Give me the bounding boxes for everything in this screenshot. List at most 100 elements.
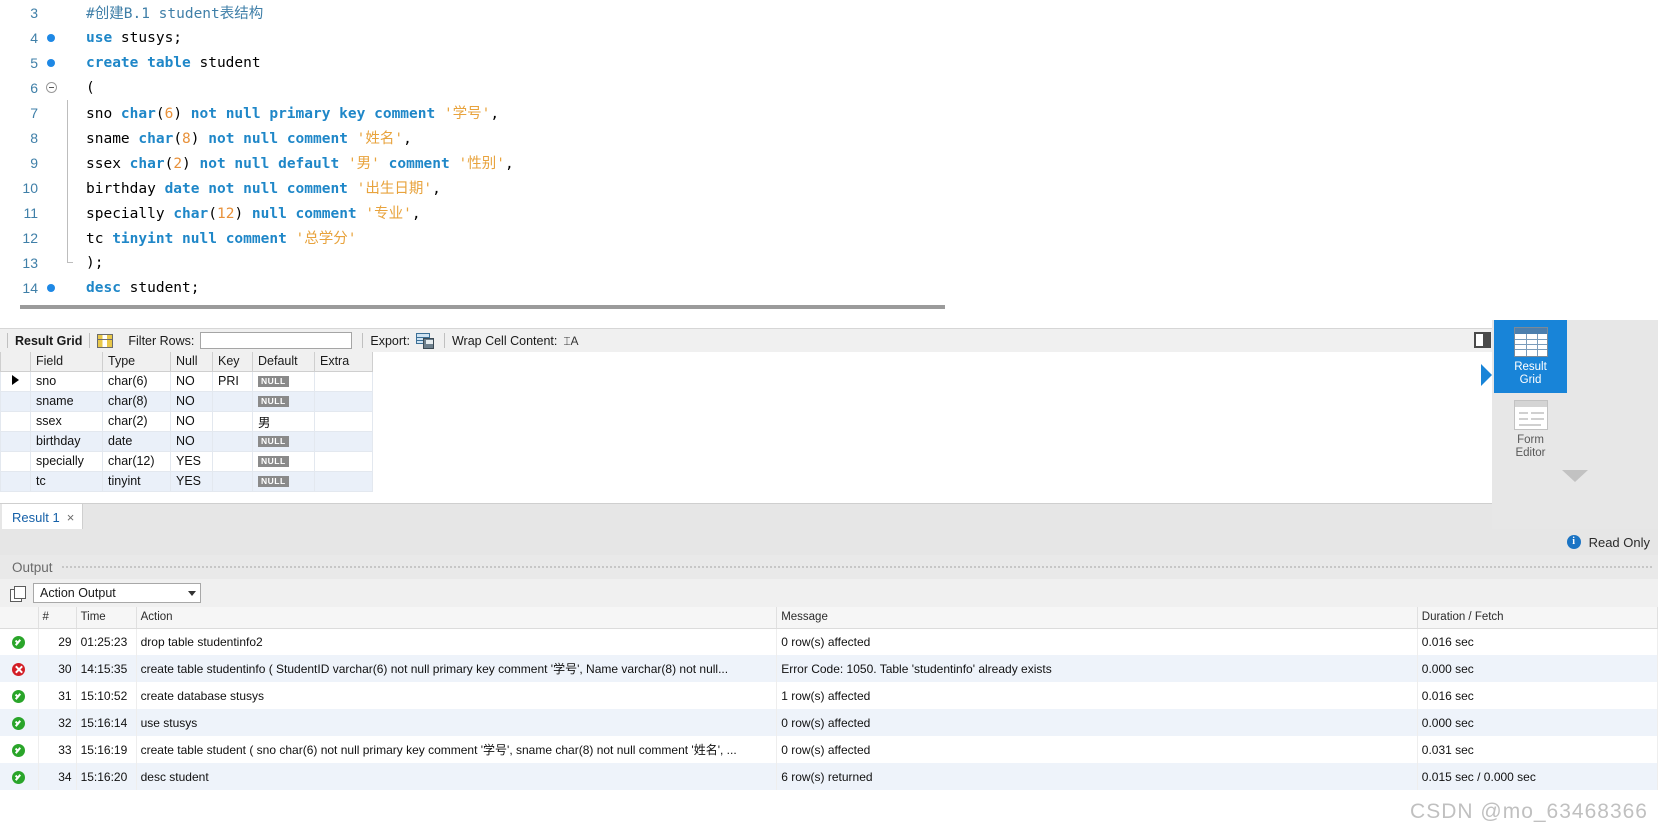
line-marker[interactable] [40,280,62,296]
table-row[interactable]: tc tinyint YES NULL [0,470,373,492]
table-row[interactable]: sname char(8) NO NULL [0,390,373,412]
action-output-panel[interactable]: # Time Action Message Duration / Fetch 2… [0,607,1658,826]
cell-extra[interactable] [314,410,373,432]
column-header-duration[interactable]: Duration / Fetch [1417,607,1658,629]
column-header-null[interactable]: Null [170,352,213,372]
cell-default[interactable]: NULL [252,470,315,492]
code-line[interactable]: 9 ssex char(2) not null default '男' comm… [0,150,1658,175]
column-header-extra[interactable]: Extra [314,352,373,372]
table-row[interactable]: birthday date NO NULL [0,430,373,452]
code-line[interactable]: 10 birthday date not null comment '出生日期'… [0,175,1658,200]
cell-null[interactable]: YES [170,450,213,472]
column-header-message[interactable]: Message [776,607,1418,629]
fold-guide [62,250,76,275]
column-header-number[interactable]: # [38,607,77,629]
cell-extra[interactable] [314,430,373,452]
code-line[interactable]: 8 sname char(8) not null comment '姓名', [0,125,1658,150]
cell-extra[interactable] [314,450,373,472]
table-row[interactable]: 30 14:15:35 create table studentinfo ( S… [0,655,1658,682]
sql-editor[interactable]: 3 #创建B.1 student表结构 4 use stusys; 5 crea… [0,0,1658,312]
row-selector[interactable] [0,410,31,432]
cell-type[interactable]: char(6) [102,370,171,392]
chevron-down-icon[interactable] [1562,470,1588,482]
line-marker[interactable] [40,55,62,71]
cell-type[interactable]: tinyint [102,470,171,492]
table-row[interactable]: 32 15:16:14 use stusys 0 row(s) affected… [0,709,1658,736]
cell-extra[interactable] [314,390,373,412]
cell-default[interactable]: NULL [252,450,315,472]
toggle-side-panel-icon[interactable] [1474,332,1491,348]
cell-key[interactable] [212,470,253,492]
output-view-select[interactable]: Action Output [33,583,201,603]
cell-type[interactable]: char(2) [102,410,171,432]
row-selector[interactable] [0,390,31,412]
table-row[interactable]: 29 01:25:23 drop table studentinfo2 0 ro… [0,628,1658,655]
cell-null[interactable]: NO [170,390,213,412]
wrap-cell-icon[interactable]: ⌶A [563,334,578,348]
row-selector[interactable] [0,370,31,392]
export-table-icon[interactable] [415,332,434,349]
cell-default[interactable]: NULL [252,430,315,452]
cell-null[interactable]: NO [170,430,213,452]
code-line[interactable]: 5 create table student [0,50,1658,75]
table-row[interactable]: ssex char(2) NO 男 [0,410,373,432]
table-row[interactable]: 33 15:16:19 create table student ( sno c… [0,736,1658,763]
code-line[interactable]: 6 ( [0,75,1658,100]
cell-extra[interactable] [314,370,373,392]
code-line[interactable]: 14 desc student; [0,275,1658,300]
cell-field[interactable]: sname [30,390,103,412]
code-line[interactable]: 13 ); [0,250,1658,275]
cell-field[interactable]: tc [30,470,103,492]
column-header-field[interactable]: Field [30,352,103,372]
cell-field[interactable]: specially [30,450,103,472]
code-line[interactable]: 4 use stusys; [0,25,1658,50]
editor-splitter[interactable] [20,305,945,309]
cell-key[interactable] [212,430,253,452]
fold-collapse-icon[interactable] [45,82,57,93]
grid-columns-icon[interactable] [97,333,114,348]
table-row[interactable]: 34 15:16:20 desc student 6 row(s) return… [0,763,1658,790]
cell-key[interactable] [212,450,253,472]
cell-null[interactable]: NO [170,410,213,432]
code-line[interactable]: 3 #创建B.1 student表结构 [0,0,1658,25]
cell-type[interactable]: char(12) [102,450,171,472]
close-icon[interactable]: × [67,510,75,525]
row-selector[interactable] [0,450,31,472]
cell-default[interactable]: NULL [252,390,315,412]
column-header-time[interactable]: Time [76,607,137,629]
filter-rows-input[interactable] [200,332,353,349]
cell-field[interactable]: sno [30,370,103,392]
result-grid[interactable]: Field Type Null Key Default Extra sno ch… [0,352,1492,503]
code-line[interactable]: 12 tc tinyint null comment '总学分' [0,225,1658,250]
cell-default[interactable]: NULL [252,370,315,392]
cell-type[interactable]: char(8) [102,390,171,412]
row-selector[interactable] [0,430,31,452]
code-line[interactable]: 11 specially char(12) null comment '专业', [0,200,1658,225]
column-header-default[interactable]: Default [252,352,315,372]
table-row[interactable]: 31 15:10:52 create database stusys 1 row… [0,682,1658,709]
cell-key[interactable] [212,410,253,432]
cell-extra[interactable] [314,470,373,492]
column-header-action[interactable]: Action [136,607,778,629]
cell-type[interactable]: date [102,430,171,452]
cell-null[interactable]: NO [170,370,213,392]
line-marker[interactable] [40,30,62,46]
code-line[interactable]: 7 sno char(6) not null primary key comme… [0,100,1658,125]
sidebar-item-result-grid[interactable]: Result Grid [1494,320,1567,393]
copy-icon[interactable] [10,585,26,602]
cell-key[interactable] [212,390,253,412]
cell-default[interactable]: 男 [252,410,315,432]
column-header-key[interactable]: Key [212,352,253,372]
cell-null[interactable]: YES [170,470,213,492]
cell-key[interactable]: PRI [212,370,253,392]
fold-toggle[interactable] [40,80,62,96]
cell-field[interactable]: ssex [30,410,103,432]
table-row[interactable]: sno char(6) NO PRI NULL [0,370,373,392]
row-selector[interactable] [0,470,31,492]
table-row[interactable]: specially char(12) YES NULL [0,450,373,472]
cell-field[interactable]: birthday [30,430,103,452]
tab-result-1[interactable]: Result 1 × [2,504,84,530]
column-header-type[interactable]: Type [102,352,171,372]
sidebar-item-form-editor[interactable]: Form Editor [1494,393,1567,466]
chevron-down-icon[interactable] [188,590,196,596]
